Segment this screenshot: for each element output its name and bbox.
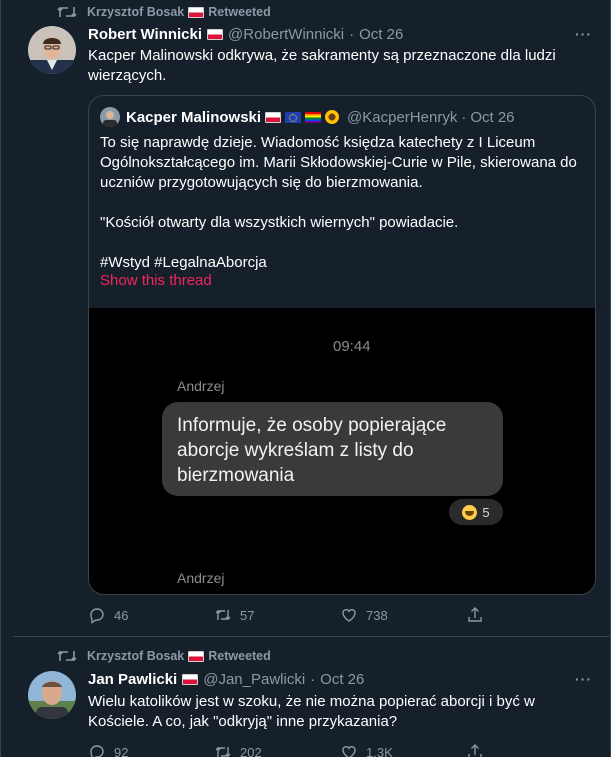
retweeter-name[interactable]: Krzysztof Bosak [87, 5, 184, 19]
author-handle[interactable]: @Jan_Pawlicki [203, 671, 305, 688]
media-reaction: 5 [449, 499, 503, 525]
like-count: 738 [366, 607, 388, 623]
share-button[interactable] [466, 606, 592, 624]
media-time: 09:44 [333, 338, 371, 355]
quote-author-handle[interactable]: @KacperHenryk [347, 109, 457, 126]
reply-icon [90, 608, 104, 624]
quote-paragraph: "Kościół otwarty dla wszystkich wiernych… [100, 214, 459, 231]
like-button[interactable]: 1.3K [340, 743, 466, 757]
quote-date[interactable]: Oct 26 [470, 109, 514, 126]
quote-text: To się naprawdę dzieje. Wiadomość księdz… [100, 133, 586, 273]
retweet-count: 57 [240, 607, 255, 623]
tweet-header: Jan Pawlicki @Jan_Pawlicki · Oct 26 [88, 671, 364, 688]
like-button[interactable]: 738 [340, 606, 466, 624]
tweet-header: Robert Winnicki @RobertWinnicki · Oct 26 [88, 26, 403, 43]
share-button[interactable] [466, 743, 592, 757]
retweet-context[interactable]: Krzysztof Bosak Retweeted [87, 5, 271, 19]
tweet-actions: 46 57 738 [88, 606, 592, 624]
media-sender: Andrzej [177, 570, 225, 586]
eu-flag-icon [285, 111, 302, 123]
reply-button[interactable]: 46 [88, 606, 214, 624]
smile-emoji-icon [462, 504, 478, 520]
quote-header: Kacper Malinowski @KacperHenryk · Oct 26 [100, 107, 515, 127]
retweet-context[interactable]: Krzysztof Bosak Retweeted [87, 649, 271, 663]
timeline: Krzysztof Bosak Retweeted Robert Winnick… [0, 0, 611, 757]
media-message-bubble: Informuje, że osoby popierające aborcje … [162, 402, 503, 496]
quote-avatar [100, 107, 120, 127]
retweeter-name[interactable]: Krzysztof Bosak [87, 649, 184, 663]
quote-paragraph: To się naprawdę dzieje. Wiadomość księdz… [100, 134, 577, 191]
like-count: 1.3K [366, 744, 393, 757]
author-name[interactable]: Jan Pawlicki [88, 671, 177, 688]
poland-flag-icon [182, 674, 199, 685]
more-icon[interactable]: ··· [575, 671, 592, 687]
tweet-text: Wielu katolików jest w szoku, że nie moż… [88, 693, 535, 730]
avatar[interactable] [28, 671, 76, 719]
author-name[interactable]: Robert Winnicki [88, 26, 202, 43]
author-handle[interactable]: @RobertWinnicki [228, 26, 344, 43]
reaction-count: 5 [482, 504, 490, 520]
show-thread-link[interactable]: Show this thread [100, 272, 212, 289]
more-icon[interactable]: ··· [575, 26, 592, 42]
tweet-divider [13, 636, 610, 637]
poland-flag-icon [188, 6, 205, 18]
quote-media-image[interactable]: 09:44 Andrzej Informuje, że osoby popier… [89, 308, 595, 594]
share-icon [468, 607, 482, 622]
reply-icon [90, 745, 104, 757]
share-icon [468, 744, 482, 757]
quoted-tweet[interactable]: Kacper Malinowski @KacperHenryk · Oct 26… [88, 95, 596, 595]
separator: · [310, 671, 316, 688]
poland-flag-icon [207, 29, 224, 40]
quote-author-name[interactable]: Kacper Malinowski [126, 109, 261, 126]
separator: · [461, 108, 467, 126]
retweet-icon [57, 6, 77, 18]
retweet-icon [215, 610, 231, 620]
heart-icon [342, 609, 356, 622]
avatar[interactable] [28, 26, 76, 74]
rainbow-flag-icon [305, 111, 322, 123]
retweet-icon [57, 650, 77, 662]
reply-count: 46 [114, 607, 129, 623]
tweet-date[interactable]: Oct 26 [359, 26, 403, 43]
sunflower-icon [325, 110, 340, 124]
retweet-button[interactable]: 57 [214, 606, 340, 624]
reply-count: 92 [114, 744, 129, 757]
quote-hashtags[interactable]: #Wstyd #LegalnaAborcja [100, 253, 586, 273]
tweet-actions: 92 202 1.3K [88, 743, 592, 757]
retweet-icon [215, 747, 231, 757]
retweet-label: Retweeted [208, 5, 271, 19]
heart-icon [342, 746, 356, 757]
reply-button[interactable]: 92 [88, 743, 214, 757]
tweet-date[interactable]: Oct 26 [320, 671, 364, 688]
poland-flag-icon [265, 111, 282, 123]
media-sender: Andrzej [177, 378, 225, 394]
tweet-text: Kacper Malinowski odkrywa, że sakramenty… [88, 47, 556, 84]
retweet-button[interactable]: 202 [214, 743, 340, 757]
poland-flag-icon [188, 650, 205, 662]
separator: · [349, 26, 355, 43]
retweet-label: Retweeted [208, 649, 271, 663]
retweet-count: 202 [240, 744, 262, 757]
